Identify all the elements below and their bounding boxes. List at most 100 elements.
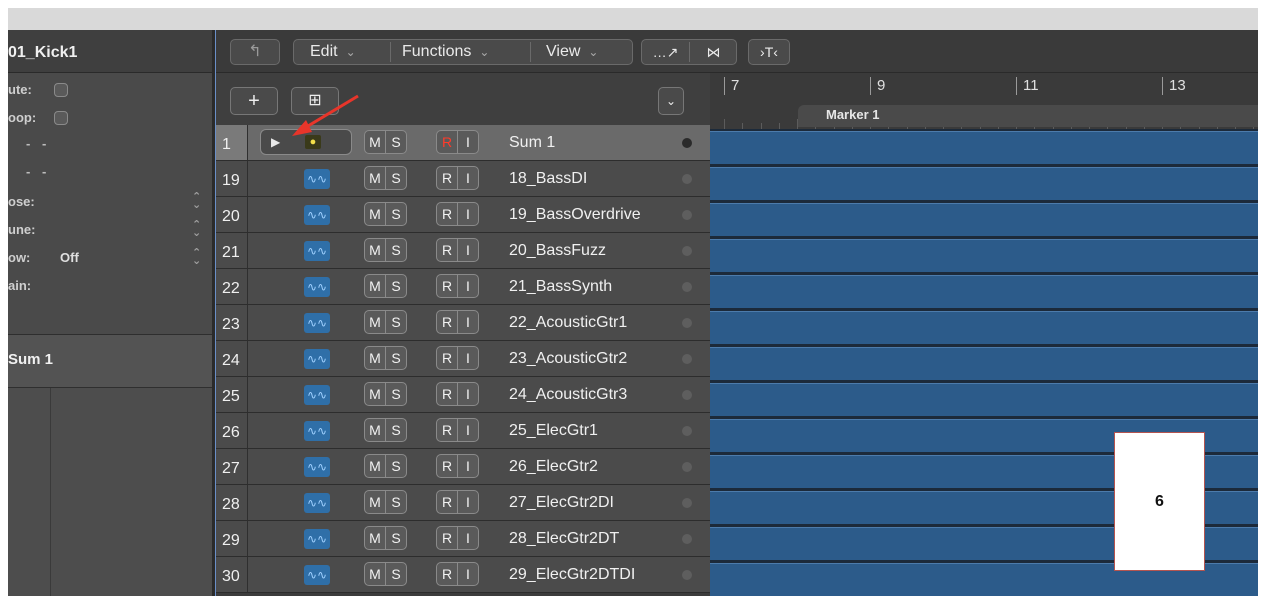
record-enable-button[interactable]: R: [436, 418, 458, 442]
track-name[interactable]: 22_AcousticGtr1: [509, 305, 627, 340]
solo-button[interactable]: S: [385, 274, 407, 298]
track-name[interactable]: 24_AcousticGtr3: [509, 377, 627, 412]
input-monitoring-button[interactable]: I: [457, 562, 479, 586]
inspector-row[interactable]: ow: Off ⌃ ⌄: [8, 244, 212, 272]
record-enable-button[interactable]: R: [436, 562, 458, 586]
record-enable-button[interactable]: R: [436, 274, 458, 298]
mute-button[interactable]: M: [364, 166, 386, 190]
inspector-row[interactable]: ain:: [8, 272, 212, 300]
solo-button[interactable]: S: [385, 310, 407, 334]
mute-button[interactable]: M: [364, 454, 386, 478]
record-enable-button[interactable]: R: [436, 166, 458, 190]
solo-button[interactable]: S: [385, 202, 407, 226]
input-monitoring-button[interactable]: I: [457, 202, 479, 226]
inspector-row[interactable]: une: ⌃ ⌄: [8, 216, 212, 244]
input-monitoring-button[interactable]: I: [457, 382, 479, 406]
track-header[interactable]: 21 ∿∿ M S R I 20_BassFuzz: [216, 233, 710, 269]
input-monitoring-button[interactable]: I: [457, 526, 479, 550]
mute-button[interactable]: M: [364, 382, 386, 406]
mute-button[interactable]: M: [364, 130, 386, 154]
record-enable-button[interactable]: R: [436, 310, 458, 334]
track-header[interactable]: 28 ∿∿ M S R I 27_ElecGtr2DI: [216, 485, 710, 521]
track-name[interactable]: 29_ElecGtr2DTDI: [509, 557, 635, 592]
track-name[interactable]: 20_BassFuzz: [509, 233, 606, 268]
track-header[interactable]: 26 ∿∿ M S R I 25_ElecGtr1: [216, 413, 710, 449]
mute-button[interactable]: M: [364, 274, 386, 298]
solo-button[interactable]: S: [385, 130, 407, 154]
record-enable-button[interactable]: R: [436, 490, 458, 514]
audio-region[interactable]: [710, 311, 1258, 344]
mute-button[interactable]: M: [364, 418, 386, 442]
functions-menu[interactable]: Functions ⌄: [402, 43, 489, 61]
track-header[interactable]: 23 ∿∿ M S R I 22_AcousticGtr1: [216, 305, 710, 341]
inspector-row[interactable]: ute:: [8, 76, 212, 104]
input-monitoring-button[interactable]: I: [457, 418, 479, 442]
track-header[interactable]: 27 ∿∿ M S R I 26_ElecGtr2: [216, 449, 710, 485]
audio-region[interactable]: [710, 239, 1258, 272]
inspector-checkbox[interactable]: [54, 111, 68, 125]
solo-button[interactable]: S: [385, 490, 407, 514]
input-monitoring-button[interactable]: I: [457, 274, 479, 298]
solo-button[interactable]: S: [385, 382, 407, 406]
record-enable-button[interactable]: R: [436, 526, 458, 550]
input-monitoring-button[interactable]: I: [457, 490, 479, 514]
mute-button[interactable]: M: [364, 562, 386, 586]
input-monitoring-button[interactable]: I: [457, 346, 479, 370]
solo-button[interactable]: S: [385, 418, 407, 442]
inspector-row[interactable]: - -: [8, 132, 212, 160]
region-inspector-header[interactable]: 01_Kick1: [8, 30, 212, 73]
record-enable-button[interactable]: R: [436, 454, 458, 478]
mute-button[interactable]: M: [364, 238, 386, 262]
solo-button[interactable]: S: [385, 526, 407, 550]
bar-ruler[interactable]: 7 9 11 13 Marker 1: [710, 73, 1258, 130]
stepper-icon[interactable]: ⌃ ⌄: [192, 248, 201, 267]
automation-curve-icon[interactable]: …↗: [642, 40, 689, 64]
solo-button[interactable]: S: [385, 454, 407, 478]
inspector-row[interactable]: oop:: [8, 104, 212, 132]
input-monitoring-button[interactable]: I: [457, 130, 479, 154]
track-header[interactable]: 19 ∿∿ M S R I 18_BassDI: [216, 161, 710, 197]
mute-button[interactable]: M: [364, 202, 386, 226]
track-header[interactable]: 25 ∿∿ M S R I 24_AcousticGtr3: [216, 377, 710, 413]
inspector-checkbox[interactable]: [54, 83, 68, 97]
record-enable-button[interactable]: R: [436, 346, 458, 370]
solo-button[interactable]: S: [385, 238, 407, 262]
track-header[interactable]: 30 ∿∿ M S R I 29_ElecGtr2DTDI: [216, 557, 710, 593]
inspector-row[interactable]: - -: [8, 160, 212, 188]
record-enable-button[interactable]: R: [436, 202, 458, 226]
track-name[interactable]: 21_BassSynth: [509, 269, 612, 304]
audio-region[interactable]: [710, 275, 1258, 308]
marker-1[interactable]: Marker 1: [798, 105, 1258, 127]
track-name[interactable]: 18_BassDI: [509, 161, 587, 196]
track-name[interactable]: 28_ElecGtr2DT: [509, 521, 619, 556]
track-header[interactable]: 29 ∿∿ M S R I 28_ElecGtr2DT: [216, 521, 710, 557]
audio-region[interactable]: [710, 203, 1258, 236]
view-menu[interactable]: View ⌄: [546, 43, 598, 61]
track-header[interactable]: 22 ∿∿ M S R I 21_BassSynth: [216, 269, 710, 305]
record-enable-button[interactable]: R: [436, 382, 458, 406]
track-header[interactable]: 24 ∿∿ M S R I 23_AcousticGtr2: [216, 341, 710, 377]
track-name[interactable]: 23_AcousticGtr2: [509, 341, 627, 376]
track-header-menu-button[interactable]: ⌄: [658, 87, 684, 115]
mute-button[interactable]: M: [364, 526, 386, 550]
stepper-icon[interactable]: ⌃ ⌄: [192, 220, 201, 239]
record-enable-button[interactable]: R: [436, 238, 458, 262]
audio-region[interactable]: [710, 383, 1258, 416]
solo-button[interactable]: S: [385, 562, 407, 586]
track-name[interactable]: 25_ElecGtr1: [509, 413, 598, 448]
catch-playhead-button[interactable]: ›T‹: [748, 39, 790, 65]
inspector-row[interactable]: ose: ⌃ ⌄: [8, 188, 212, 216]
mute-button[interactable]: M: [364, 310, 386, 334]
input-monitoring-button[interactable]: I: [457, 310, 479, 334]
stepper-icon[interactable]: ⌃ ⌄: [192, 192, 201, 211]
track-name[interactable]: 19_BassOverdrive: [509, 197, 641, 232]
audio-region[interactable]: [710, 167, 1258, 200]
record-enable-button[interactable]: R: [436, 130, 458, 154]
track-name[interactable]: 27_ElecGtr2DI: [509, 485, 614, 520]
track-name[interactable]: Sum 1: [509, 125, 555, 160]
edit-menu[interactable]: Edit ⌄: [310, 43, 356, 61]
mute-button[interactable]: M: [364, 490, 386, 514]
solo-button[interactable]: S: [385, 166, 407, 190]
back-button[interactable]: ↰: [230, 39, 280, 65]
track-inspector-header[interactable]: Sum 1: [8, 335, 212, 387]
